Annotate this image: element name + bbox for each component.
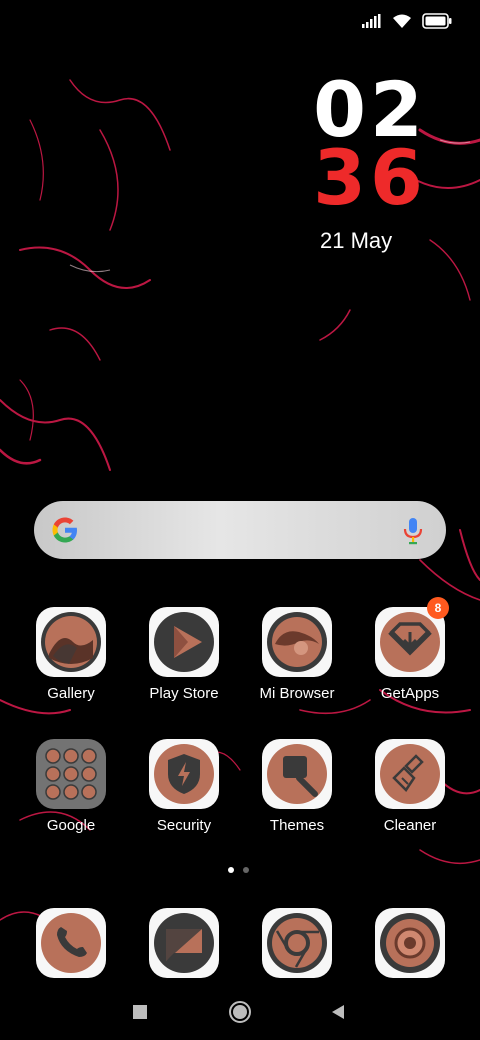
status-bar bbox=[362, 10, 452, 32]
security-icon bbox=[149, 739, 219, 809]
app-label: Cleaner bbox=[383, 817, 437, 834]
app-getapps[interactable]: 8 GetApps bbox=[360, 597, 460, 702]
camera-icon bbox=[375, 908, 445, 978]
cleaner-icon bbox=[375, 739, 445, 809]
chrome-icon bbox=[262, 908, 332, 978]
messaging-icon bbox=[149, 908, 219, 978]
recents-icon bbox=[133, 1005, 147, 1019]
app-label: Mi Browser bbox=[259, 685, 335, 702]
page-dot bbox=[243, 867, 249, 873]
signal-icon bbox=[362, 14, 382, 28]
mic-icon[interactable] bbox=[402, 516, 424, 546]
clock-minute: 36 bbox=[313, 133, 427, 222]
app-label: Gallery bbox=[47, 685, 95, 702]
back-button[interactable] bbox=[324, 998, 352, 1026]
dock-phone[interactable] bbox=[21, 908, 121, 978]
clock-date: 21 May bbox=[320, 228, 393, 253]
dock-messaging[interactable] bbox=[134, 908, 234, 978]
page-dot-active bbox=[228, 867, 234, 873]
app-label: GetApps bbox=[380, 685, 440, 702]
app-cleaner[interactable]: Cleaner bbox=[360, 739, 460, 834]
google-g-icon bbox=[52, 517, 77, 543]
home-icon bbox=[229, 1001, 251, 1023]
app-play-store[interactable]: Play Store bbox=[134, 607, 234, 702]
gallery-icon bbox=[36, 607, 106, 677]
app-label: Themes bbox=[269, 817, 325, 834]
dock-chrome[interactable] bbox=[247, 908, 347, 978]
folder-google[interactable]: Google bbox=[21, 739, 121, 834]
mi-browser-icon bbox=[262, 607, 332, 677]
wifi-icon bbox=[392, 13, 412, 29]
notification-badge: 8 bbox=[427, 597, 449, 619]
back-icon bbox=[332, 1005, 344, 1019]
page-indicator bbox=[228, 867, 249, 873]
navigation-bar bbox=[0, 990, 480, 1034]
themes-icon bbox=[262, 739, 332, 809]
google-folder-icon bbox=[36, 739, 106, 809]
app-label: Play Store bbox=[149, 685, 219, 702]
app-gallery[interactable]: Gallery bbox=[21, 607, 121, 702]
app-label: Google bbox=[46, 817, 96, 834]
google-search-bar[interactable] bbox=[34, 501, 446, 559]
phone-icon bbox=[36, 908, 106, 978]
app-themes[interactable]: Themes bbox=[247, 739, 347, 834]
home-button[interactable] bbox=[226, 998, 254, 1026]
play-store-icon bbox=[149, 607, 219, 677]
dock-camera[interactable] bbox=[360, 908, 460, 978]
app-label: Security bbox=[156, 817, 212, 834]
getapps-icon: 8 bbox=[375, 597, 449, 677]
recents-button[interactable] bbox=[126, 998, 154, 1026]
battery-icon bbox=[422, 13, 452, 29]
app-mi-browser[interactable]: Mi Browser bbox=[247, 607, 347, 702]
app-security[interactable]: Security bbox=[134, 739, 234, 834]
clock-widget[interactable]: 02 36 21 May bbox=[300, 72, 440, 254]
